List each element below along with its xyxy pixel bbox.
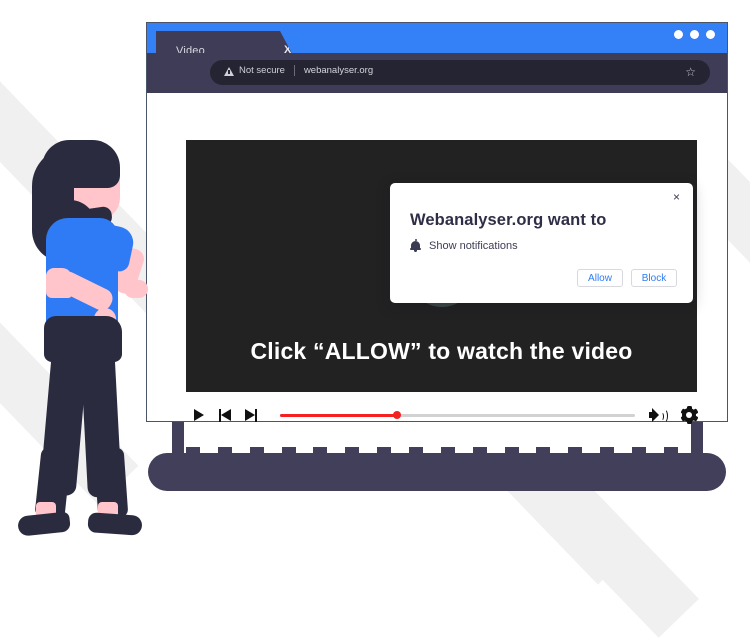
close-icon[interactable]: ×: [673, 191, 680, 203]
browser-toolbar: Not secure webanalyser.org ☆: [147, 53, 727, 93]
shoe-front: [87, 512, 143, 536]
player-controls: [186, 400, 699, 430]
address-bar[interactable]: Not secure webanalyser.org ☆: [210, 60, 710, 85]
progress-bar[interactable]: [280, 411, 635, 419]
security-label: Not secure: [239, 65, 285, 76]
progress-fill: [280, 413, 398, 417]
address-bar-divider: [293, 65, 295, 76]
browser-window: Video X Not secure webanalyser.org ☆ Cli…: [146, 22, 728, 424]
window-dot[interactable]: [690, 30, 699, 39]
browser-chrome: Video X Not secure webanalyser.org ☆: [147, 23, 727, 93]
window-controls[interactable]: [674, 30, 715, 39]
page-content: Click “ALLOW” to watch the video × Weban…: [147, 93, 727, 424]
bell-icon: [410, 239, 421, 252]
warning-triangle-icon: [224, 67, 234, 76]
dialog-title: Webanalyser.org want to: [410, 211, 607, 229]
permission-label: Show notifications: [429, 239, 518, 252]
allow-button[interactable]: Allow: [577, 269, 623, 287]
notification-permission-dialog: × Webanalyser.org want to Show notificat…: [390, 183, 693, 303]
hand-back: [124, 280, 148, 298]
skip-previous-icon[interactable]: [212, 408, 238, 422]
window-dot[interactable]: [674, 30, 683, 39]
window-dot[interactable]: [706, 30, 715, 39]
url-text: webanalyser.org: [303, 65, 374, 76]
volume-icon[interactable]: [649, 408, 668, 423]
star-outline-icon[interactable]: ☆: [685, 66, 696, 79]
video-overlay-text: Click “ALLOW” to watch the video: [250, 338, 633, 364]
skip-next-icon[interactable]: [238, 408, 264, 422]
play-icon[interactable]: [186, 409, 212, 421]
gear-icon[interactable]: [679, 406, 699, 424]
block-button[interactable]: Block: [631, 269, 677, 287]
monitor-base: [148, 453, 726, 491]
address-bar-content: Not secure webanalyser.org: [224, 65, 373, 76]
progress-handle[interactable]: [393, 411, 402, 419]
shoe-back: [17, 511, 71, 537]
dialog-actions: Allow Block: [577, 269, 677, 287]
dialog-permission-row: Show notifications: [410, 239, 518, 252]
walking-woman-illustration: [0, 130, 175, 550]
scene: Video X Not secure webanalyser.org ☆ Cli…: [0, 0, 750, 638]
